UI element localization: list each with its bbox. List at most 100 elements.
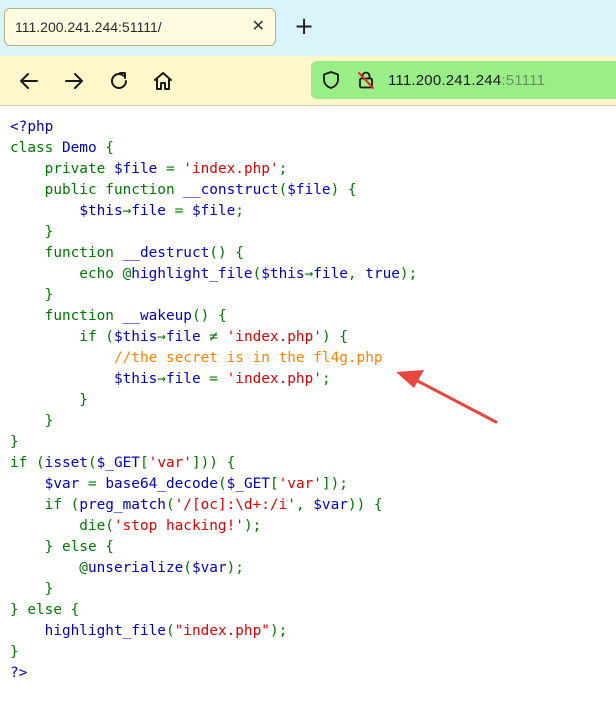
code-token: $_GET <box>226 476 270 492</box>
code-token: [ <box>269 476 279 492</box>
navigation-toolbar: 111.200.241.244:51111 <box>0 56 616 106</box>
code-token: $var <box>313 497 348 513</box>
code-token: , <box>295 497 314 513</box>
code-token: $file <box>287 182 331 198</box>
code-token: ( <box>165 623 175 639</box>
code-token: $this <box>261 266 305 282</box>
code-line: public function __construct($file) { <box>10 180 417 201</box>
code-token: preg_match <box>79 497 166 513</box>
code-line: class Demo { <box>10 138 417 159</box>
code-line: } <box>10 579 417 600</box>
code-token: 'index.php' <box>226 329 322 345</box>
code-token: ( <box>278 182 288 198</box>
code-token: ); <box>399 266 418 282</box>
address-bar[interactable]: 111.200.241.244:51111 <box>311 61 616 99</box>
code-token: echo @ <box>10 266 132 282</box>
forward-button[interactable] <box>61 68 87 94</box>
code-token: () { <box>209 245 244 261</box>
code-token: 'index.php' <box>183 161 279 177</box>
code-token: __destruct <box>122 245 210 261</box>
new-tab-button[interactable]: + <box>294 12 314 40</box>
code-token: highlight_file <box>131 266 253 282</box>
code-token: __wakeup <box>122 308 192 324</box>
code-token: ); <box>269 623 288 639</box>
code-token: ( <box>165 497 175 513</box>
code-token: = <box>79 476 106 492</box>
code-token: private <box>10 161 114 177</box>
code-token: if ( <box>10 329 114 345</box>
code-token: → <box>122 203 132 219</box>
code-token: $file <box>191 203 236 219</box>
back-button[interactable] <box>16 68 42 94</box>
code-line: } <box>10 411 417 432</box>
arrow-left-icon <box>20 73 38 89</box>
code-token: public function <box>10 182 184 198</box>
code-line: } <box>10 390 417 411</box>
code-token: <?php <box>10 119 54 135</box>
code-line: $var = base64_decode($_GET['var']); <box>10 474 417 495</box>
code-line: //the secret is in the fl4g.php <box>10 348 417 369</box>
code-token: unserialize <box>87 560 184 576</box>
code-token: $var <box>44 476 80 492</box>
code-token: class <box>10 140 62 156</box>
code-token: → <box>157 329 166 345</box>
close-icon[interactable]: ✕ <box>252 16 265 35</box>
code-line: } else { <box>10 537 417 558</box>
code-token: } <box>10 434 19 450</box>
code-token: __construct <box>183 182 279 198</box>
code-token: = <box>157 161 184 177</box>
php-source-code: <?php class Demo { private $file = 'index… <box>10 117 417 684</box>
code-token: } <box>10 644 19 660</box>
code-line: $this→file = $file; <box>10 201 417 222</box>
code-token: $file <box>113 161 158 177</box>
code-token: file <box>165 329 201 345</box>
code-token: function <box>10 308 123 324</box>
code-line: if ($this→file ≠ 'index.php') { <box>10 327 417 348</box>
code-token: } <box>10 581 54 597</box>
code-token: } else { <box>10 602 80 618</box>
code-token: ; <box>235 203 244 219</box>
annotation-arrow-icon <box>396 370 498 424</box>
code-line: } else { <box>10 600 417 621</box>
code-token: $var <box>191 560 227 576</box>
code-token: 'var' <box>148 455 192 471</box>
code-token: '/[oc]:\d+:/i' <box>174 497 296 513</box>
code-line: @unserialize($var); <box>10 558 417 579</box>
code-token: ])) { <box>191 455 236 471</box>
reload-button[interactable] <box>106 68 132 94</box>
code-token: true <box>365 266 400 282</box>
url-port: :51111 <box>501 72 546 89</box>
code-token: ; <box>321 371 331 387</box>
code-token: ; <box>278 161 288 177</box>
code-token: = <box>165 203 192 219</box>
code-token: file <box>165 371 201 387</box>
code-token: )) { <box>347 497 383 513</box>
code-token: highlight_file <box>44 623 166 639</box>
code-line: if (isset($_GET['var'])) { <box>10 453 417 474</box>
browser-tab[interactable]: 111.200.241.244:51111/ ✕ <box>4 8 276 46</box>
insecure-lock-icon[interactable] <box>356 70 376 90</box>
code-token: $this <box>113 329 158 345</box>
code-line: } <box>10 642 417 663</box>
code-token: file <box>313 266 348 282</box>
home-button[interactable] <box>150 68 176 94</box>
code-line: } <box>10 222 417 243</box>
code-token: @ <box>10 560 88 576</box>
code-token: die( <box>10 518 114 534</box>
code-line: function __destruct() { <box>10 243 417 264</box>
code-token: , <box>347 266 366 282</box>
code-token: Demo <box>61 140 97 156</box>
shield-icon[interactable] <box>321 70 341 90</box>
arrow-right-icon <box>65 73 83 89</box>
code-token: } <box>10 224 54 240</box>
code-line: } <box>10 285 417 306</box>
code-token: } <box>10 287 54 303</box>
code-token: if ( <box>10 497 80 513</box>
url-text[interactable]: 111.200.241.244:51111 <box>388 72 545 89</box>
code-token: file <box>131 203 166 219</box>
code-token: () { <box>191 308 227 324</box>
code-token: function <box>10 245 123 261</box>
